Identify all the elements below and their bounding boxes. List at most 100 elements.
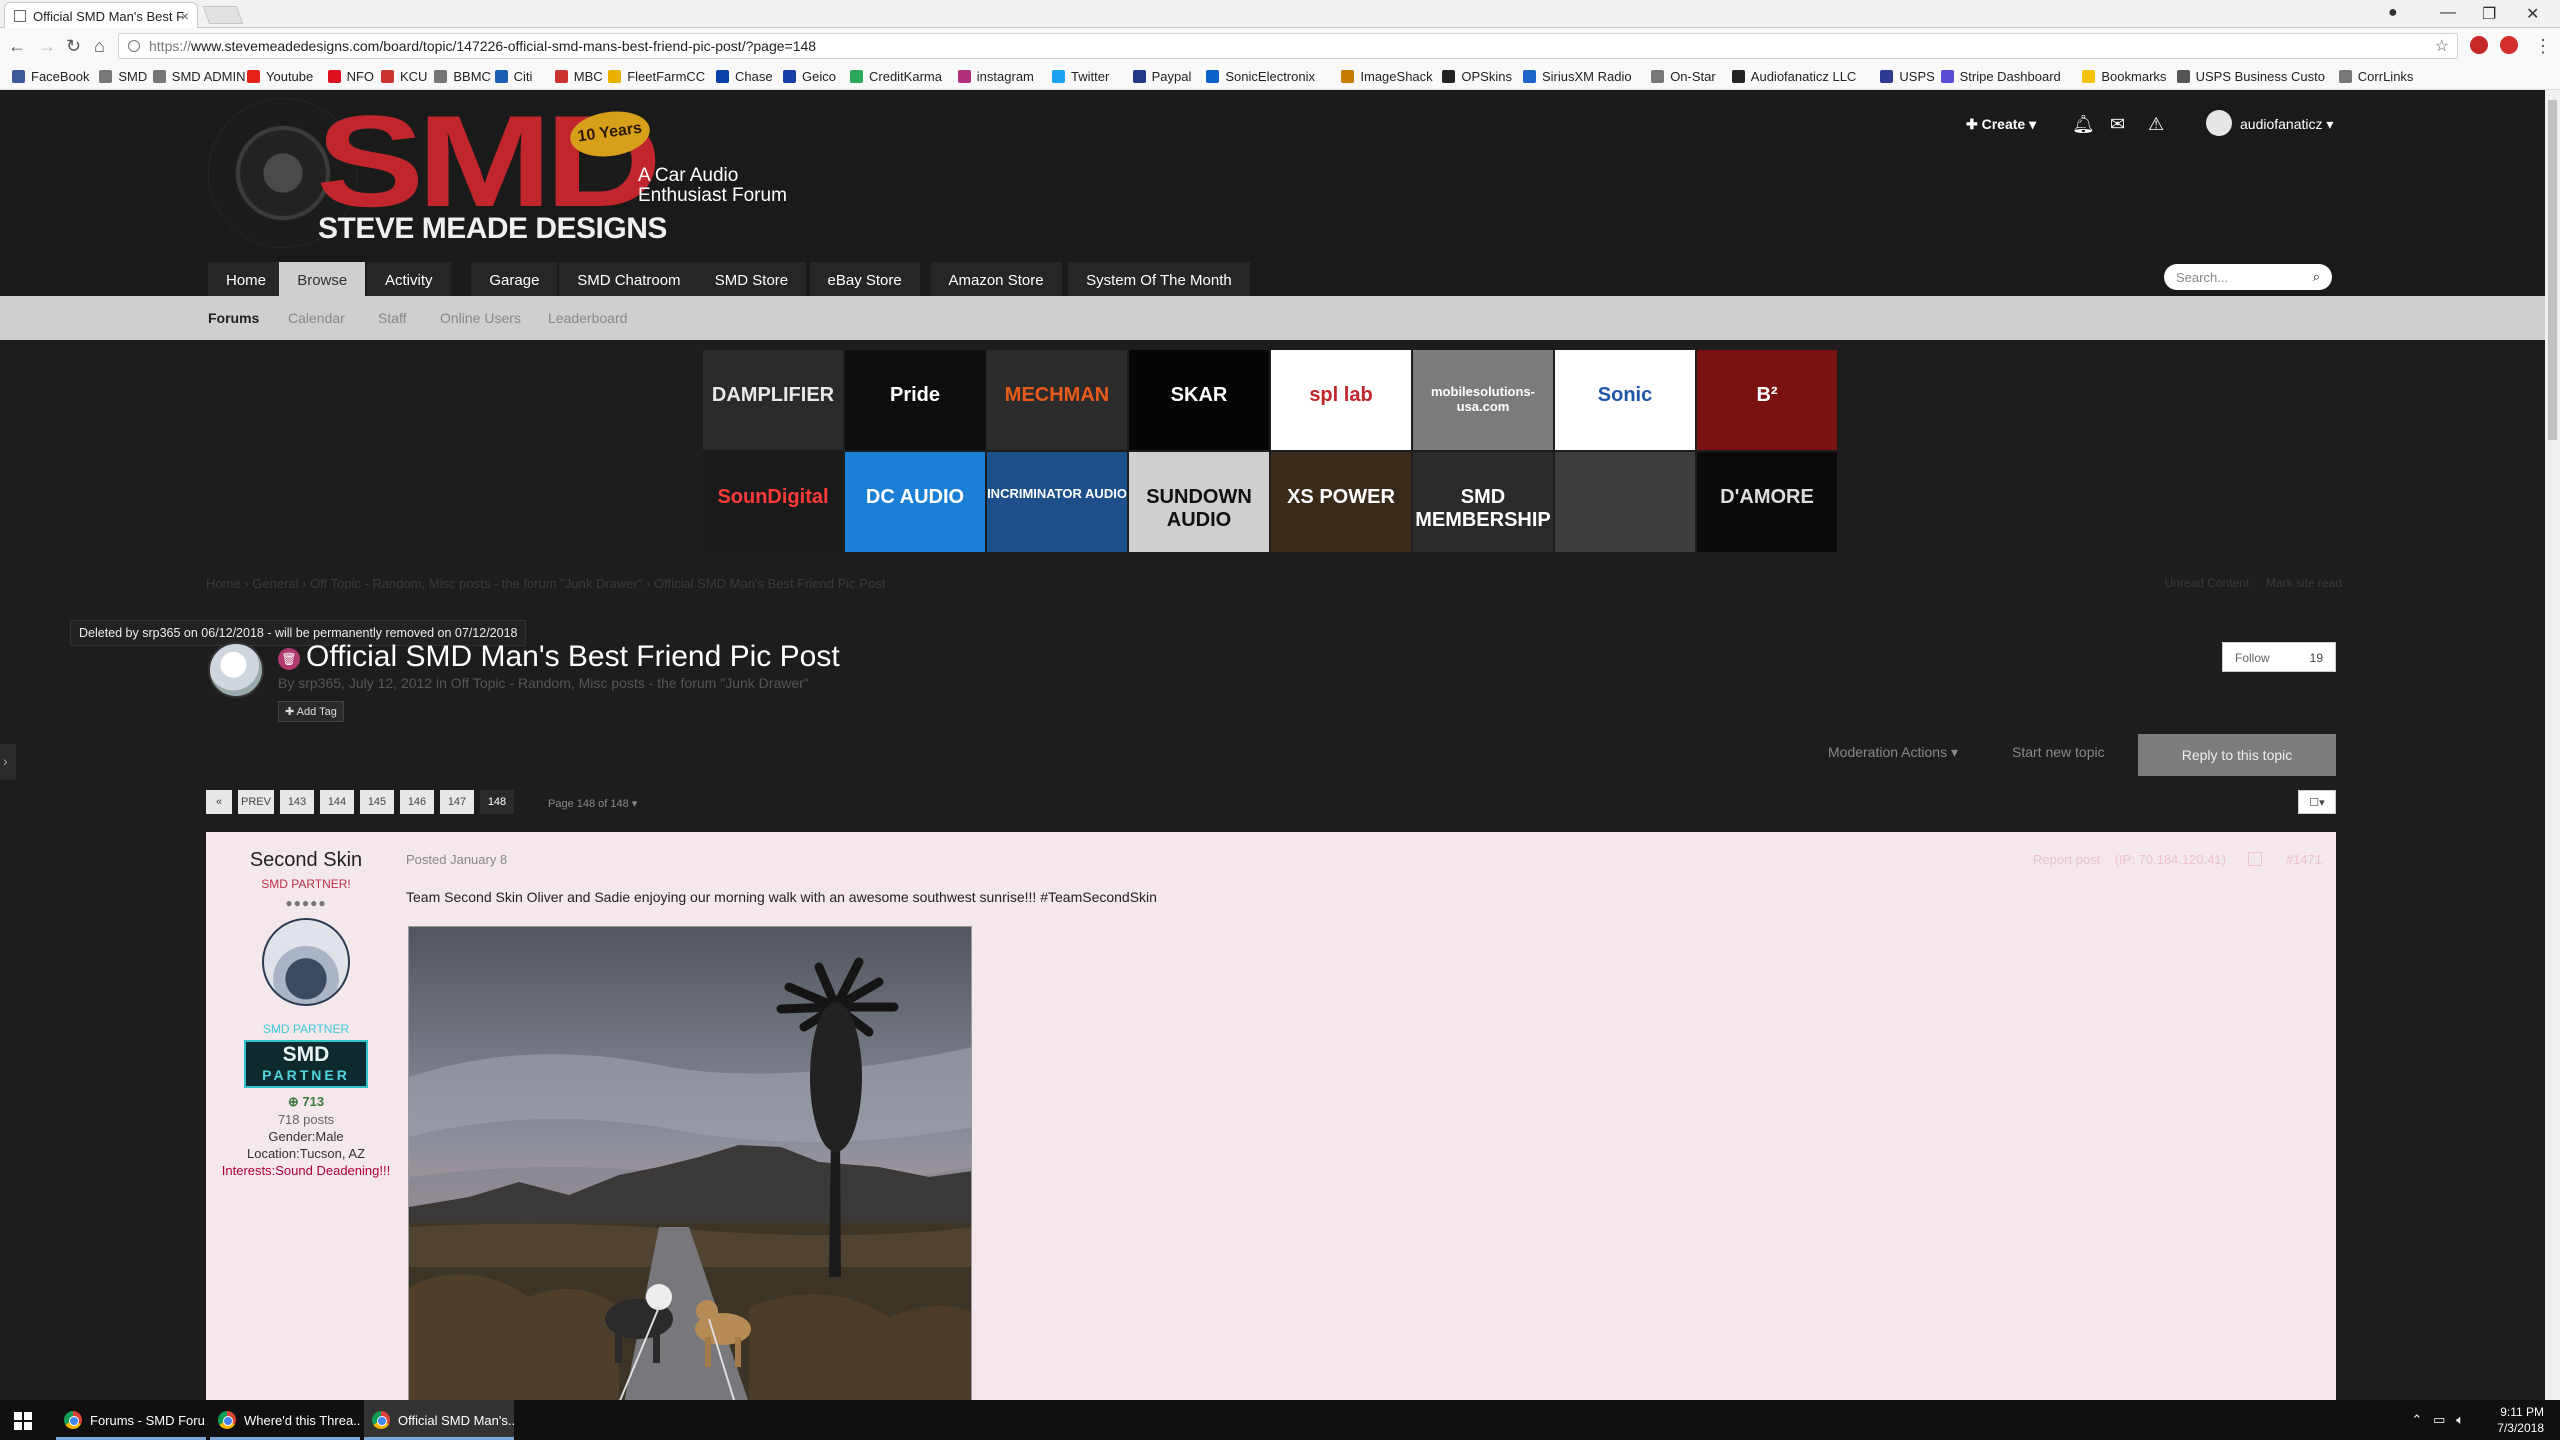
reports-warning-icon[interactable]: ⚠ <box>2148 114 2166 134</box>
bookmark-bbmc[interactable]: BBMC <box>434 69 491 84</box>
breadcrumb-item[interactable]: Off Topic - Random, Misc posts - the for… <box>310 576 642 591</box>
nav-home[interactable]: Home <box>208 262 285 296</box>
multi-select-checkbox-menu[interactable]: ☐▾ <box>2298 790 2336 814</box>
post-number-link[interactable]: #1471 <box>2286 852 2322 867</box>
reply-to-topic-button[interactable]: Reply to this topic <box>2138 734 2336 776</box>
new-tab-button[interactable] <box>202 6 244 24</box>
extension-abp-icon[interactable] <box>2500 36 2518 54</box>
author-name[interactable]: Second Skin <box>206 849 406 872</box>
messages-envelope-icon[interactable]: ✉ <box>2110 114 2128 134</box>
bookmark-youtube[interactable]: Youtube <box>247 69 313 84</box>
sponsor-banner[interactable]: DC AUDIO <box>845 452 985 552</box>
user-menu[interactable]: audiofanaticz ▾ <box>2240 116 2333 133</box>
sponsor-banner[interactable]: XS POWER <box>1271 452 1411 552</box>
bookmark-creditkarma[interactable]: CreditKarma <box>850 69 942 84</box>
page-148-button[interactable]: 148 <box>480 790 514 814</box>
breadcrumb-home[interactable]: Home <box>206 576 241 591</box>
page-jump-menu[interactable]: Page 148 of 148 ▾ <box>548 797 637 810</box>
unread-content-link[interactable]: Unread Content <box>2165 576 2250 590</box>
menu-icon[interactable]: ⋮ <box>2534 36 2552 57</box>
subnav-forums[interactable]: Forums <box>208 310 259 326</box>
nav-garage[interactable]: Garage <box>471 262 558 296</box>
follow-button[interactable]: Follow 19 <box>2222 642 2336 672</box>
sponsor-banner[interactable]: SUNDOWN AUDIO <box>1129 452 1269 552</box>
bookmark-fleetfarmcc[interactable]: FleetFarmCC <box>608 69 705 84</box>
notifications-bell-icon[interactable]: 🔔︎ <box>2072 114 2095 134</box>
bookmark-nfo[interactable]: NFO <box>327 69 374 84</box>
search-input[interactable]: Search... ⌕ <box>2164 264 2332 290</box>
nav-smd-store[interactable]: SMD Store <box>696 262 807 296</box>
post-photo-sunrise-dogs[interactable] <box>408 926 972 1402</box>
page-143-button[interactable]: 143 <box>280 790 314 814</box>
subnav-online-users[interactable]: Online Users <box>440 310 521 326</box>
bookmark-mbc[interactable]: MBC <box>554 69 603 84</box>
add-tag-button[interactable]: ✚ Add Tag <box>278 701 344 722</box>
bookmark-on-star[interactable]: On-Star <box>1651 69 1716 84</box>
sponsor-banner[interactable]: D'AMORE <box>1697 452 1837 552</box>
bookmark-smd[interactable]: SMD <box>99 69 147 84</box>
report-post-link[interactable]: Report post <box>2033 852 2100 867</box>
page-144-button[interactable]: 144 <box>320 790 354 814</box>
nav-ebay-store[interactable]: eBay Store <box>809 262 920 296</box>
breadcrumb-item[interactable]: General <box>252 576 298 591</box>
taskbar-chrome-window[interactable]: Official SMD Man's... <box>364 1400 514 1440</box>
bookmark-citi[interactable]: Citi <box>494 69 532 84</box>
post-select-checkbox[interactable] <box>2248 852 2262 866</box>
site-logo[interactable]: SMD STEVE MEADE DESIGNS 10 Years A Car A… <box>208 96 808 254</box>
nav-amazon-store[interactable]: Amazon Store <box>930 262 1062 296</box>
sponsor-banner[interactable]: Sonic <box>1555 350 1695 450</box>
minimize-icon[interactable]: — <box>2440 4 2456 22</box>
bookmark-smd-admin[interactable]: SMD ADMIN <box>152 69 245 84</box>
bookmark-usps[interactable]: USPS <box>1880 69 1935 84</box>
sponsor-banner[interactable]: MECHMAN <box>987 350 1127 450</box>
sidebar-toggle-chevron-icon[interactable]: › <box>0 744 16 780</box>
reload-icon[interactable]: ↻ <box>66 36 81 57</box>
bookmark-corrlinks[interactable]: CorrLinks <box>2338 69 2413 84</box>
page-scrollbar[interactable] <box>2545 90 2560 1400</box>
close-window-icon[interactable]: ✕ <box>2526 4 2539 24</box>
windows-start-icon[interactable] <box>14 1412 32 1430</box>
home-icon[interactable]: ⌂ <box>94 36 105 57</box>
bookmark-facebook[interactable]: FaceBook <box>12 69 90 84</box>
author-avatar[interactable] <box>262 918 350 1006</box>
page-147-button[interactable]: 147 <box>440 790 474 814</box>
forward-icon[interactable]: → <box>38 36 56 57</box>
sponsor-banner[interactable]: mobilesolutions-usa.com <box>1413 350 1553 450</box>
taskbar-chrome-window[interactable]: Forums - SMD Foru... <box>56 1400 206 1440</box>
close-tab-icon[interactable]: × <box>181 8 189 24</box>
profile-icon[interactable]: ● <box>2388 4 2398 22</box>
bookmark-opskins[interactable]: OPSkins <box>1442 69 1512 84</box>
create-menu[interactable]: ✚ Create ▾ <box>1966 116 2036 133</box>
browser-tab-active[interactable]: Official SMD Man's Best F × <box>4 2 198 28</box>
extension-shield-icon[interactable] <box>2470 36 2488 54</box>
start-new-topic-link[interactable]: Start new topic <box>2012 744 2105 760</box>
nav-system-of-the-month[interactable]: System Of The Month <box>1068 262 1250 296</box>
sponsor-banner[interactable] <box>1555 452 1695 552</box>
sponsor-banner[interactable]: SounDigital <box>703 452 843 552</box>
first-page-button[interactable]: « <box>206 790 232 814</box>
bookmark-imageshack[interactable]: ImageShack <box>1341 69 1433 84</box>
page-145-button[interactable]: 145 <box>360 790 394 814</box>
nav-smd-chatroom[interactable]: SMD Chatroom <box>559 262 699 296</box>
bookmark-chase[interactable]: Chase <box>716 69 773 84</box>
bookmark-audiofanaticz-llc[interactable]: Audiofanaticz LLC <box>1731 69 1856 84</box>
sponsor-banner[interactable]: B² <box>1697 350 1837 450</box>
subnav-staff[interactable]: Staff <box>378 310 407 326</box>
prev-page-button[interactable]: PREV <box>238 790 274 814</box>
subnav-calendar[interactable]: Calendar <box>288 310 345 326</box>
restore-icon[interactable]: ❐ <box>2482 4 2496 24</box>
nav-browse[interactable]: Browse <box>279 262 366 296</box>
topic-starter-avatar[interactable] <box>208 642 264 698</box>
bookmark-siriusxm-radio[interactable]: SiriusXM Radio <box>1523 69 1632 84</box>
sponsor-banner[interactable]: SMD MEMBERSHIP <box>1413 452 1553 552</box>
bookmark-twitter[interactable]: Twitter <box>1052 69 1109 84</box>
post-date[interactable]: Posted January 8 <box>406 852 507 867</box>
user-avatar[interactable] <box>2206 110 2232 136</box>
sponsor-banner[interactable]: SKAR <box>1129 350 1269 450</box>
bookmark-sonicelectronix[interactable]: SonicElectronix <box>1206 69 1315 84</box>
system-tray-icons[interactable]: ⌃ ▭ 🔈︎ <box>2411 1412 2464 1428</box>
moderation-actions-menu[interactable]: Moderation Actions ▾ <box>1828 744 1958 761</box>
url-input[interactable]: https://www.stevemeadedesigns.com/board/… <box>118 33 2458 59</box>
taskbar-chrome-window[interactable]: Where'd this Threa... <box>210 1400 360 1440</box>
page-146-button[interactable]: 146 <box>400 790 434 814</box>
